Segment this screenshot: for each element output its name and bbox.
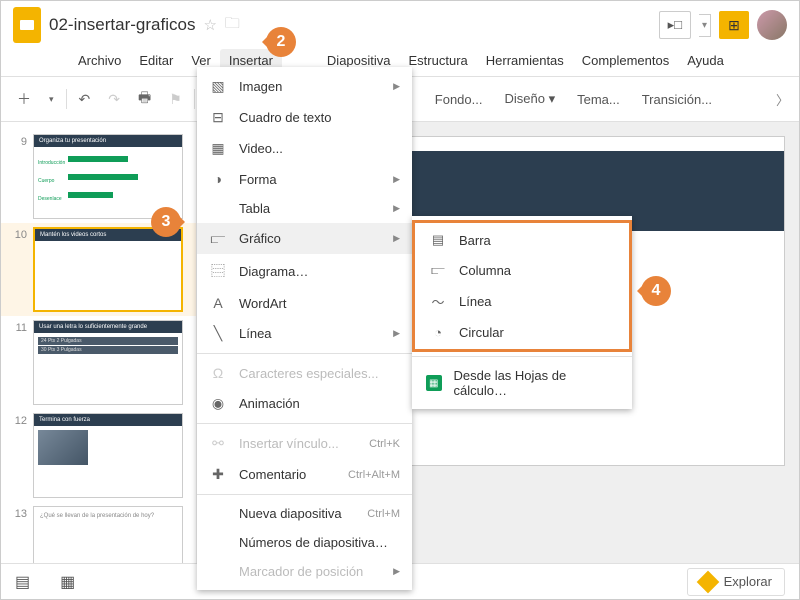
chart-circular[interactable]: ◔Circular	[415, 318, 629, 347]
present-dropdown[interactable]: ▾	[699, 14, 711, 37]
chart-icon: ⫍	[209, 230, 227, 247]
filmstrip-view[interactable]: ▤	[15, 572, 30, 592]
callout-4: 4	[641, 276, 671, 306]
star-icon[interactable]: ☆	[203, 16, 216, 34]
titlebar: 02-insertar-graficos ☆ 🗀 ▸□ ▾ ⊞	[1, 1, 799, 49]
thumbnail-panel: 9 Organiza tu presentación Introducción …	[1, 122, 196, 590]
explore-icon	[696, 570, 719, 593]
insert-dropdown: ▧Imagen▶ ⊟Cuadro de texto ▦Video... ◑For…	[197, 67, 412, 590]
line-icon: ╲	[209, 325, 227, 342]
fondo-button[interactable]: Fondo...	[427, 88, 491, 111]
diagram-icon: ⿳	[209, 261, 227, 281]
insert-video[interactable]: ▦Video...	[197, 133, 412, 164]
insert-forma[interactable]: ◑Forma▶	[197, 164, 412, 194]
insert-vinculo: ⚯Insertar vínculo...Ctrl+K	[197, 428, 412, 459]
animation-icon: ◉	[209, 395, 227, 412]
paint-tool[interactable]: ⚑	[163, 87, 188, 112]
menu-ayuda[interactable]: Ayuda	[678, 49, 733, 72]
slides-logo-icon[interactable]	[13, 7, 41, 43]
insert-animacion[interactable]: ◉Animación	[197, 388, 412, 419]
shape-icon: ◑	[209, 171, 227, 187]
insert-marcador: Marcador de posición▶	[197, 557, 412, 586]
menu-complementos[interactable]: Complementos	[573, 49, 678, 72]
image-icon: ▧	[209, 78, 227, 95]
collapse-icon[interactable]: 〉	[776, 90, 789, 109]
thumb-11[interactable]: 11 Usar una letra lo suficientemente gra…	[1, 316, 196, 409]
insert-imagen[interactable]: ▧Imagen▶	[197, 71, 412, 102]
present-button[interactable]: ▸□	[659, 11, 691, 39]
print-tool[interactable]: 🖶	[132, 83, 157, 115]
redo-tool[interactable]: ↷	[102, 87, 126, 112]
chart-columna[interactable]: ⫍Columna	[415, 255, 629, 285]
pie-icon: ◔	[429, 325, 447, 340]
insert-tabla[interactable]: Tabla▶	[197, 194, 412, 223]
insert-diagrama[interactable]: ⿳Diagrama…	[197, 254, 412, 288]
insert-cuadro[interactable]: ⊟Cuadro de texto	[197, 102, 412, 133]
insert-wordart[interactable]: AWordArt	[197, 288, 412, 318]
chart-sheets[interactable]: ▦Desde las Hojas de cálculo…	[412, 361, 632, 405]
special-icon: Ω	[209, 365, 227, 381]
comment-icon: ✚	[209, 466, 227, 483]
link-icon: ⚯	[209, 435, 227, 452]
diseno-button[interactable]: Diseño ▾	[496, 87, 563, 111]
video-icon: ▦	[209, 140, 227, 157]
chart-barra[interactable]: ▤Barra	[415, 225, 629, 255]
folder-icon[interactable]: 🗀	[225, 13, 240, 38]
insert-comentario[interactable]: ✚ComentarioCtrl+Alt+M	[197, 459, 412, 490]
undo-tool[interactable]: ↶	[73, 87, 97, 112]
wordart-icon: A	[209, 295, 227, 311]
insert-caracteres: ΩCaracteres especiales...	[197, 358, 412, 388]
insert-grafico[interactable]: ⫍Gráfico▶	[197, 223, 412, 254]
apps-button[interactable]: ⊞	[719, 11, 749, 39]
chart-options-highlight: ▤Barra ⫍Columna 〜Línea ◔Circular	[412, 220, 632, 352]
thumb-12[interactable]: 12 Termina con fuerza	[1, 409, 196, 502]
chart-submenu: ▤Barra ⫍Columna 〜Línea ◔Circular ▦Desde …	[412, 216, 632, 409]
insert-numeros[interactable]: Números de diapositiva…	[197, 528, 412, 557]
menu-herramientas[interactable]: Herramientas	[477, 49, 573, 72]
menu-archivo[interactable]: Archivo	[69, 49, 130, 72]
insert-nueva[interactable]: Nueva diapositivaCtrl+M	[197, 499, 412, 528]
transicion-button[interactable]: Transición...	[634, 88, 720, 111]
user-avatar[interactable]	[757, 10, 787, 40]
explore-button[interactable]: Explorar	[687, 568, 785, 596]
callout-2: 2	[266, 27, 296, 57]
column-icon: ⫍	[429, 262, 447, 278]
line-chart-icon: 〜	[429, 292, 447, 311]
new-slide-tool[interactable]: ＋	[11, 85, 37, 113]
sheets-icon: ▦	[426, 375, 442, 391]
menu-editar[interactable]: Editar	[130, 49, 182, 72]
new-slide-drop[interactable]: ▾	[43, 90, 60, 109]
bar-icon: ▤	[429, 232, 447, 248]
insert-linea[interactable]: ╲Línea▶	[197, 318, 412, 349]
callout-3: 3	[151, 207, 181, 237]
tema-button[interactable]: Tema...	[569, 88, 628, 111]
grid-view[interactable]: ▦	[60, 572, 75, 592]
textbox-icon: ⊟	[209, 109, 227, 126]
document-title[interactable]: 02-insertar-graficos	[49, 15, 195, 35]
chart-linea[interactable]: 〜Línea	[415, 285, 629, 318]
